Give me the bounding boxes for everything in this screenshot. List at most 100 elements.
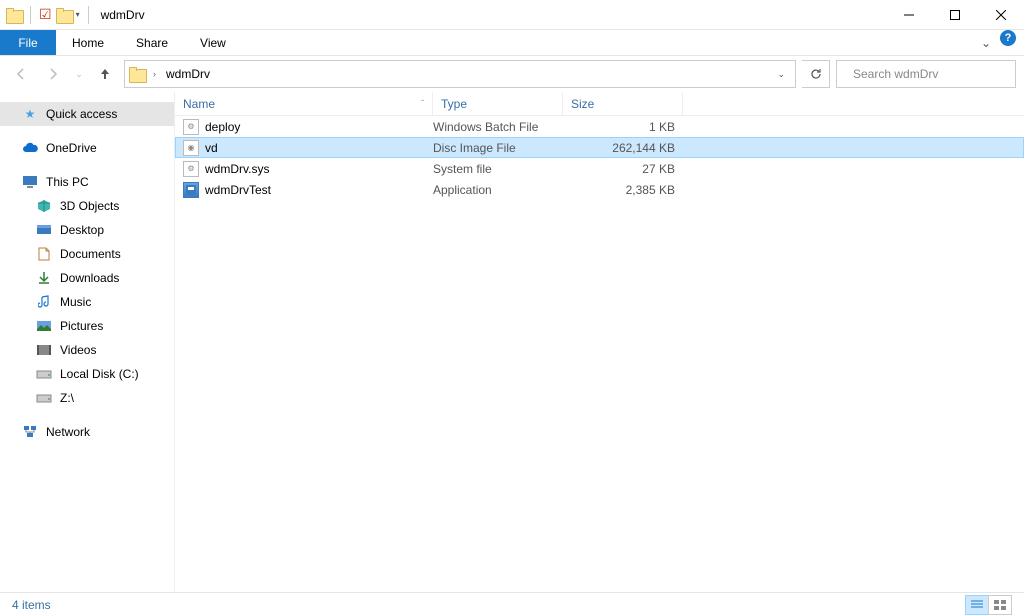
disk-icon [36, 366, 52, 382]
navpane-label: Local Disk (C:) [60, 367, 139, 381]
navpane-label: Music [60, 295, 91, 309]
navpane-local-disk-c[interactable]: Local Disk (C:) [0, 362, 174, 386]
file-icon: ◉ [183, 140, 199, 156]
navpane-music[interactable]: Music [0, 290, 174, 314]
folder-icon [129, 67, 145, 81]
refresh-button[interactable] [802, 60, 830, 88]
ribbon-expand-icon[interactable]: ⌄ [972, 30, 1000, 55]
quick-access-toolbar: ☑ ▾ [0, 6, 93, 24]
new-folder-qat-icon[interactable] [56, 8, 72, 22]
navpane-label: Quick access [46, 107, 117, 121]
monitor-icon [22, 174, 38, 190]
column-header-name[interactable]: Name ˆ [175, 92, 433, 115]
file-icon: ⚙ [183, 161, 199, 177]
column-header-type[interactable]: Type [433, 92, 563, 115]
chevron-right-icon[interactable]: › [151, 69, 158, 79]
file-size: 2,385 KB [563, 183, 683, 197]
body-area: ★ Quick access OneDrive This PC 3D Objec… [0, 92, 1024, 592]
column-headers: Name ˆ Type Size [175, 92, 1024, 116]
navpane-desktop[interactable]: Desktop [0, 218, 174, 242]
file-tab[interactable]: File [0, 30, 56, 55]
navpane-disk-z[interactable]: Z:\ [0, 386, 174, 410]
breadcrumb-segment[interactable]: wdmDrv [164, 67, 212, 81]
title-bar: ☑ ▾ wdmDrv [0, 0, 1024, 30]
navpane-label: Network [46, 425, 90, 439]
navpane-onedrive[interactable]: OneDrive [0, 136, 174, 160]
column-label: Name [183, 97, 215, 111]
file-row[interactable]: ⚙ deploy Windows Batch File1 KB [175, 116, 1024, 137]
window-title: wdmDrv [93, 8, 145, 22]
cloud-icon [22, 140, 38, 156]
maximize-button[interactable] [932, 0, 978, 30]
file-row[interactable]: ◉vdDisc Image File262,144 KB [175, 137, 1024, 158]
column-label: Type [441, 97, 467, 111]
file-size: 262,144 KB [563, 141, 683, 155]
file-size: 27 KB [563, 162, 683, 176]
navpane-quick-access[interactable]: ★ Quick access [0, 102, 174, 126]
qat-dropdown-icon[interactable]: ▾ [76, 10, 80, 19]
file-type: System file [433, 162, 563, 176]
separator [88, 6, 89, 24]
address-bar[interactable]: › wdmDrv ⌄ [124, 60, 796, 88]
navpane-label: Pictures [60, 319, 103, 333]
up-button[interactable] [92, 61, 118, 87]
music-icon [36, 294, 52, 310]
navpane-downloads[interactable]: Downloads [0, 266, 174, 290]
navpane-label: Documents [60, 247, 121, 261]
video-icon [36, 342, 52, 358]
separator [30, 6, 31, 24]
cube-icon [36, 198, 52, 214]
file-type: Windows Batch File [433, 120, 563, 134]
properties-qat-icon[interactable]: ☑ [39, 6, 52, 23]
navpane-network[interactable]: Network [0, 420, 174, 444]
network-icon [22, 424, 38, 440]
disk-icon [36, 390, 52, 406]
file-type: Application [433, 183, 563, 197]
navpane-label: Videos [60, 343, 96, 357]
navpane-label: OneDrive [46, 141, 97, 155]
minimize-button[interactable] [886, 0, 932, 30]
navpane-videos[interactable]: Videos [0, 338, 174, 362]
details-view-button[interactable] [965, 595, 989, 615]
file-row[interactable]: wdmDrvTest Application2,385 KB [175, 179, 1024, 200]
picture-icon [36, 318, 52, 334]
recent-locations-button[interactable]: ⌄ [72, 61, 86, 87]
download-icon [36, 270, 52, 286]
navpane-label: Desktop [60, 223, 104, 237]
navpane-label: This PC [46, 175, 89, 189]
star-icon: ★ [22, 106, 38, 122]
navpane-label: Z:\ [60, 391, 74, 405]
forward-button[interactable] [40, 61, 66, 87]
navpane-documents[interactable]: Documents [0, 242, 174, 266]
file-size: 1 KB [563, 120, 683, 134]
tab-share[interactable]: Share [120, 30, 184, 55]
address-dropdown-icon[interactable]: ⌄ [771, 69, 791, 80]
navigation-bar: ⌄ › wdmDrv ⌄ [0, 56, 1024, 92]
document-icon [36, 246, 52, 262]
column-label: Size [571, 97, 594, 111]
sort-indicator-icon: ˆ [421, 99, 424, 108]
large-icons-view-button[interactable] [988, 595, 1012, 615]
column-header-size[interactable]: Size [563, 92, 683, 115]
search-box[interactable] [836, 60, 1016, 88]
close-button[interactable] [978, 0, 1024, 30]
navpane-pictures[interactable]: Pictures [0, 314, 174, 338]
help-icon[interactable]: ? [1000, 30, 1016, 46]
file-type: Disc Image File [433, 141, 563, 155]
file-name: wdmDrvTest [205, 183, 271, 197]
file-name: deploy [205, 120, 240, 134]
file-icon: ⚙ [183, 119, 199, 135]
desktop-icon [36, 222, 52, 238]
file-rows[interactable]: ⚙ deploy Windows Batch File1 KB ◉vdDisc Ima… [175, 116, 1024, 592]
folder-icon [6, 8, 22, 22]
file-list-area: Name ˆ Type Size ⚙ deploy Windows Batch Fi… [175, 92, 1024, 592]
navpane-this-pc[interactable]: This PC [0, 170, 174, 194]
tab-view[interactable]: View [184, 30, 242, 55]
navpane-3d-objects[interactable]: 3D Objects [0, 194, 174, 218]
navigation-pane[interactable]: ★ Quick access OneDrive This PC 3D Objec… [0, 92, 175, 592]
back-button[interactable] [8, 61, 34, 87]
navpane-label: 3D Objects [60, 199, 119, 213]
tab-home[interactable]: Home [56, 30, 120, 55]
search-input[interactable] [853, 67, 1008, 81]
file-row[interactable]: ⚙wdmDrv.sysSystem file27 KB [175, 158, 1024, 179]
